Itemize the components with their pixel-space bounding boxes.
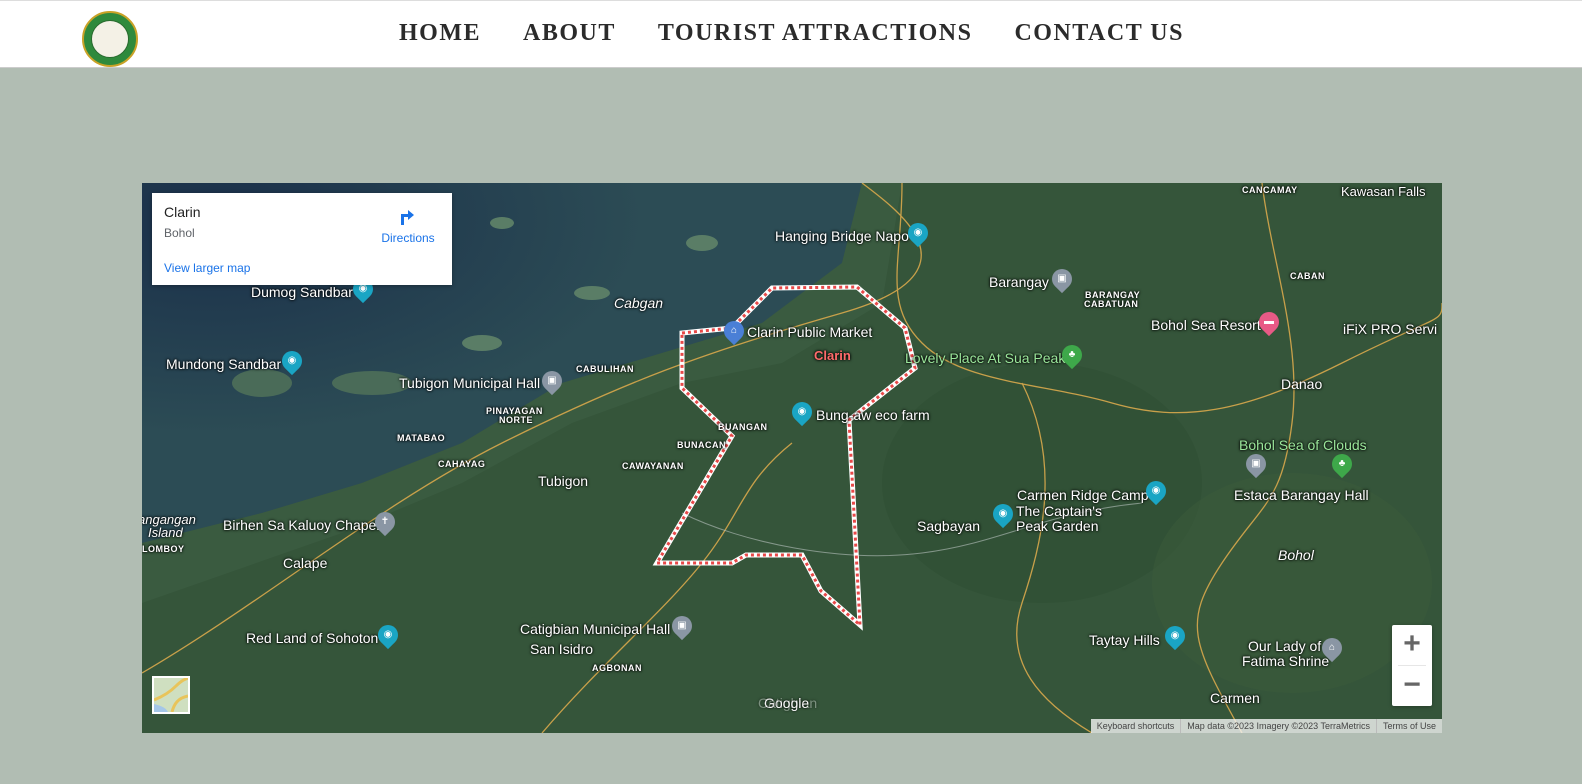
label-carmen-ridge[interactable]: Carmen Ridge Camp	[1017, 487, 1149, 503]
label-clarin-market[interactable]: Clarin Public Market	[747, 324, 872, 340]
label-our-lady-2[interactable]: Fatima Shrine	[1242, 653, 1329, 669]
label-taytay-hills[interactable]: Taytay Hills	[1089, 632, 1160, 648]
label-catigbian-bottom: Catigbian	[758, 695, 818, 711]
zoom-controls: + −	[1392, 625, 1432, 706]
nav-about[interactable]: ABOUT	[523, 20, 616, 47]
label-cancamay: CANCAMAY	[1242, 185, 1298, 195]
map-layer-icon	[153, 676, 189, 713]
label-kawasan-falls[interactable]: Kawasan Falls	[1341, 184, 1426, 199]
label-birhen-chapel[interactable]: Birhen Sa Kaluoy Chapel	[223, 517, 379, 533]
label-bohol: Bohol	[1278, 547, 1314, 563]
label-san-isidro: San Isidro	[530, 641, 594, 657]
label-tubigon: Tubigon	[538, 473, 589, 489]
directions-icon	[401, 210, 414, 225]
label-bunacan: BUNACAN	[677, 440, 726, 450]
label-catigbian-hall[interactable]: Catigbian Municipal Hall	[520, 621, 670, 637]
label-estaca-hall[interactable]: Estaca Barangay Hall	[1234, 487, 1369, 503]
label-agbonan: AGBONAN	[592, 663, 642, 673]
terms-of-use-link[interactable]: Terms of Use	[1375, 719, 1442, 733]
zoom-out-button[interactable]: −	[1392, 666, 1432, 706]
municipal-seal-logo[interactable]	[82, 11, 138, 67]
label-dumog-sandbar[interactable]: Dumog Sandbar	[251, 284, 353, 300]
directions-button[interactable]: Directions	[378, 205, 438, 245]
label-sagbayan: Sagbayan	[917, 518, 981, 534]
label-calape: Calape	[283, 555, 328, 571]
label-cabgan: Cabgan	[614, 295, 664, 311]
nav-contact-us[interactable]: CONTACT US	[1014, 20, 1183, 47]
label-cabulihan: CABULIHAN	[576, 364, 634, 374]
label-sea-of-clouds[interactable]: Bohol Sea of Clouds	[1239, 437, 1367, 453]
label-cahayag: CAHAYAG	[438, 459, 486, 469]
top-navbar: HOME ABOUT TOURIST ATTRACTIONS CONTACT U…	[0, 0, 1582, 68]
label-mundong-sandbar[interactable]: Mundong Sandbar	[166, 356, 281, 372]
label-our-lady[interactable]: Our Lady of	[1248, 638, 1321, 654]
zoom-in-button[interactable]: +	[1392, 625, 1432, 665]
label-carmen: Carmen	[1210, 690, 1260, 706]
place-info-card: Clarin Bohol View larger map Directions	[152, 193, 452, 285]
label-ifix[interactable]: iFiX PRO Servi	[1343, 321, 1437, 337]
place-title: Clarin	[164, 204, 201, 220]
label-danao: Danao	[1281, 376, 1323, 392]
label-caban: CABAN	[1290, 271, 1325, 281]
label-captains-peak-2[interactable]: Peak Garden	[1016, 518, 1099, 534]
view-larger-map-link[interactable]: View larger map	[164, 261, 250, 275]
label-captains-peak[interactable]: The Captain's	[1016, 503, 1102, 519]
map-attribution: Keyboard shortcuts Map data ©2023 Imager…	[1090, 719, 1442, 733]
label-buangan: BUANGAN	[718, 422, 768, 432]
directions-label: Directions	[381, 231, 435, 245]
label-clarin: Clarin	[814, 348, 851, 363]
label-barangay[interactable]: Barangay	[989, 274, 1049, 290]
embedded-map[interactable]: Hanging Bridge Napo ◉ Dumog Sandbar ◉ Mu…	[142, 183, 1442, 733]
nav-tourist-attractions[interactable]: TOURIST ATTRACTIONS	[658, 20, 973, 47]
map-data-text: Map data ©2023 Imagery ©2023 TerraMetric…	[1180, 719, 1376, 733]
label-barangay-cabatuan-2: CABATUAN	[1084, 299, 1139, 309]
map-layer-toggle[interactable]	[152, 676, 190, 714]
nav-home[interactable]: HOME	[399, 20, 481, 47]
label-lomboy: LOMBOY	[142, 544, 185, 554]
main-nav: HOME ABOUT TOURIST ATTRACTIONS CONTACT U…	[399, 20, 1184, 47]
place-subtitle: Bohol	[164, 226, 195, 240]
label-cawayanan: CAWAYANAN	[622, 461, 684, 471]
keyboard-shortcuts-link[interactable]: Keyboard shortcuts	[1091, 719, 1181, 733]
label-matabao: MATABAO	[397, 433, 446, 443]
label-red-land[interactable]: Red Land of Sohoton	[246, 630, 378, 646]
label-hanging-bridge[interactable]: Hanging Bridge Napo	[775, 228, 909, 244]
label-island: Island	[148, 525, 183, 540]
label-bohol-sea-resort[interactable]: Bohol Sea Resort	[1151, 317, 1261, 333]
label-bungaw-eco-farm[interactable]: Bung-aw eco farm	[816, 407, 930, 423]
label-lovely-place[interactable]: Lovely Place At Sua Peak	[905, 350, 1065, 366]
label-norte: NORTE	[499, 415, 533, 425]
label-tubigon-hall[interactable]: Tubigon Municipal Hall	[399, 375, 540, 391]
